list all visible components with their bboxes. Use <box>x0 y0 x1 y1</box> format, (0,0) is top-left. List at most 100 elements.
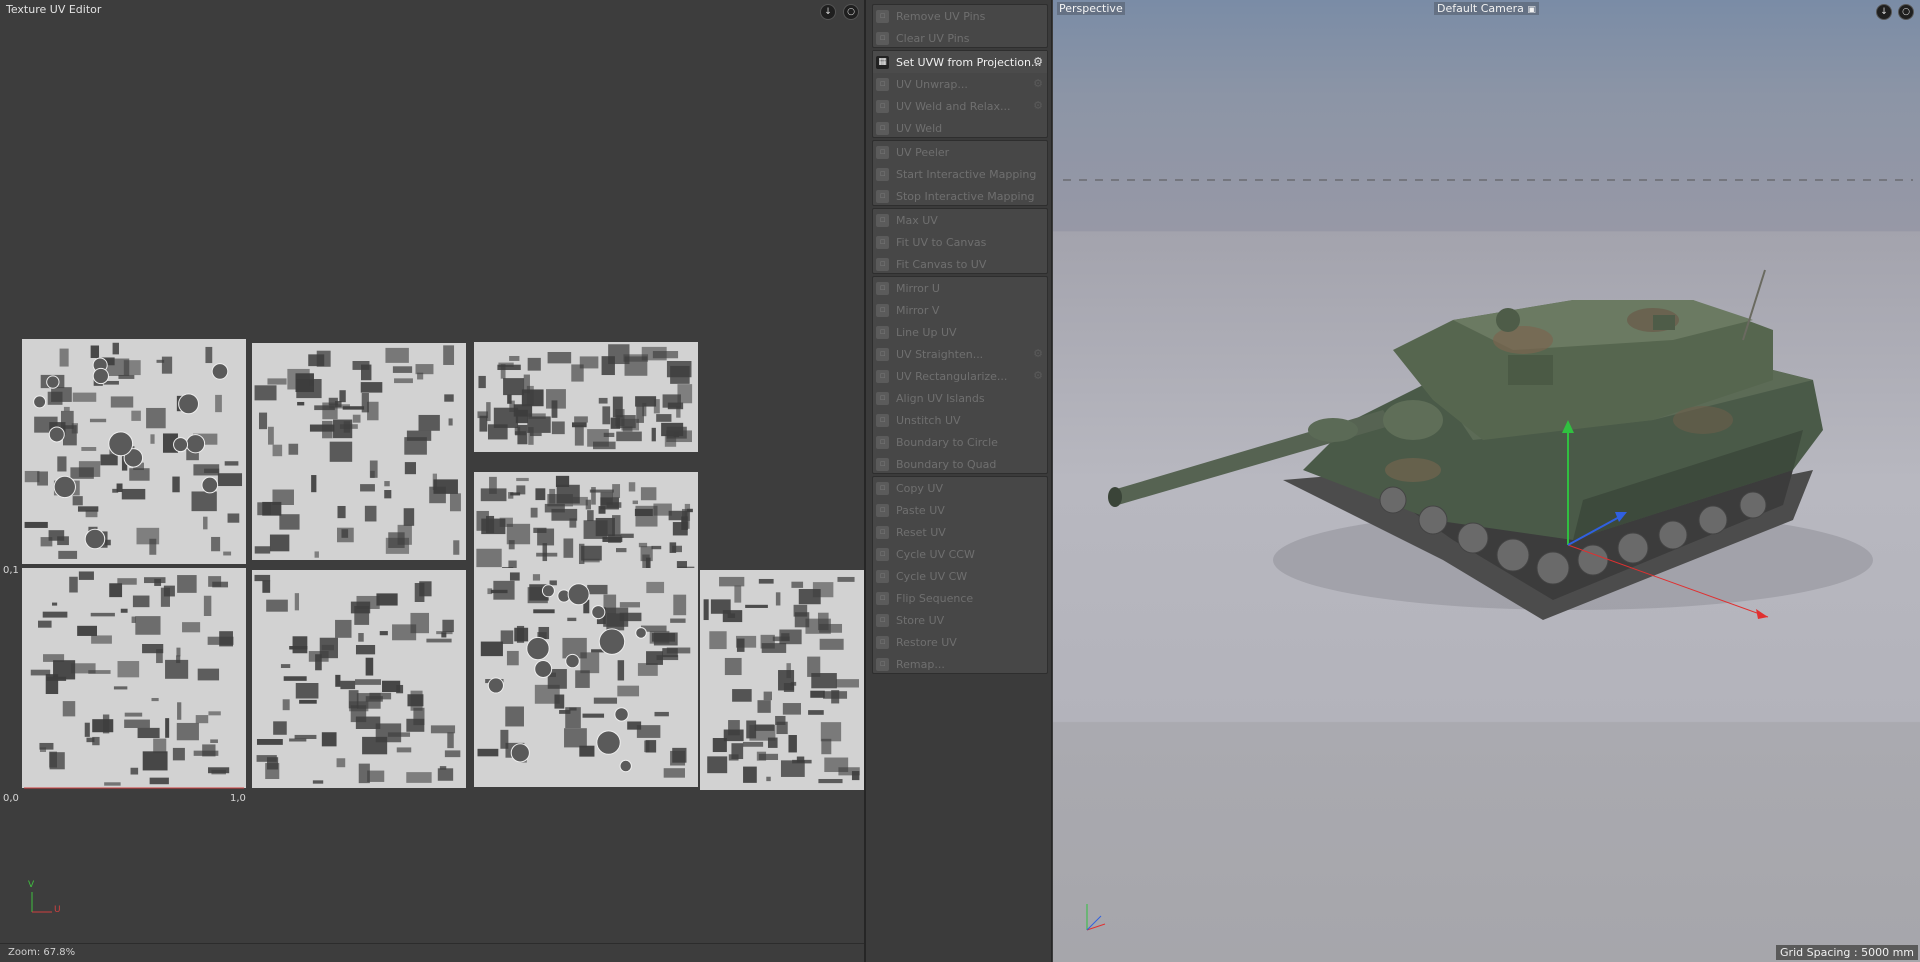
u-max-label: 1,0 <box>230 793 246 804</box>
command-checker[interactable]: ▦ Set UVW from Projection... ⚙ <box>873 51 1047 73</box>
command-reset[interactable]: ▫ Reset UV <box>873 521 1047 543</box>
camera-selector[interactable]: Default Camera ▣ <box>1434 2 1539 15</box>
gear-icon[interactable]: ⚙ <box>1032 78 1044 90</box>
cycle-ccw-icon: ▫ <box>876 547 889 561</box>
command-align[interactable]: ▫ Align UV Islands <box>873 387 1047 409</box>
command-label: Flip Sequence <box>896 591 974 605</box>
fit-uv-icon: ▫ <box>876 235 889 249</box>
command-label: UV Weld and Relax... <box>896 99 1011 113</box>
gear-icon[interactable]: ⚙ <box>1032 56 1044 68</box>
command-label: Boundary to Quad <box>896 457 997 471</box>
command-label: Clear UV Pins <box>896 31 970 45</box>
command-interactive-stop[interactable]: ▫ Stop Interactive Mapping <box>873 185 1047 207</box>
command-group: ▫ UV Peeler ▫ Start Interactive Mapping ▫ Sto… <box>872 140 1048 206</box>
pin-icon[interactable]: ↓ <box>1876 4 1892 20</box>
copy-icon: ▫ <box>876 481 889 495</box>
viewport-name[interactable]: Perspective <box>1057 2 1125 15</box>
origin-label: 0,0 <box>3 793 19 804</box>
u-axis-label: U <box>54 905 61 915</box>
command-rectangularize[interactable]: ▫ UV Rectangularize... ⚙ <box>873 365 1047 387</box>
max-uv-icon: ▫ <box>876 213 889 227</box>
align-icon: ▫ <box>876 391 889 405</box>
fit-canvas-icon: ▫ <box>876 257 889 271</box>
remap-icon: ▫ <box>876 657 889 671</box>
command-label: Fit Canvas to UV <box>896 257 987 271</box>
command-label: Remove UV Pins <box>896 9 986 23</box>
command-label: Boundary to Circle <box>896 435 998 449</box>
mirror-u-icon: ▫ <box>876 281 889 295</box>
restore-icon: ▫ <box>876 635 889 649</box>
command-fit-canvas[interactable]: ▫ Fit Canvas to UV <box>873 253 1047 275</box>
command-cycle-ccw[interactable]: ▫ Cycle UV CCW <box>873 543 1047 565</box>
pin-icon[interactable]: ↓ <box>820 4 836 20</box>
mirror-v-icon: ▫ <box>876 303 889 317</box>
command-quad[interactable]: ▫ Boundary to Quad <box>873 453 1047 475</box>
pin-icon: ▫ <box>876 9 889 23</box>
command-peeler[interactable]: ▫ UV Peeler <box>873 141 1047 163</box>
weld-icon: ▫ <box>876 121 889 135</box>
store-icon: ▫ <box>876 613 889 627</box>
gear-icon[interactable]: ⚙ <box>1032 100 1044 112</box>
paste-icon: ▫ <box>876 503 889 517</box>
command-label: Stop Interactive Mapping <box>896 189 1035 203</box>
command-mirror-u[interactable]: ▫ Mirror U <box>873 277 1047 299</box>
command-flip[interactable]: ▫ Flip Sequence <box>873 587 1047 609</box>
flip-icon: ▫ <box>876 591 889 605</box>
unstitch-icon: ▫ <box>876 413 889 427</box>
command-label: Cycle UV CW <box>896 569 968 583</box>
command-line-up[interactable]: ▫ Line Up UV <box>873 321 1047 343</box>
command-label: Paste UV <box>896 503 945 517</box>
command-weld-relax[interactable]: ▫ UV Weld and Relax... ⚙ <box>873 95 1047 117</box>
command-store[interactable]: ▫ Store UV <box>873 609 1047 631</box>
quad-icon: ▫ <box>876 457 889 471</box>
3d-viewport[interactable]: Perspective Default Camera ▣ ↓ ○ Grid Sp… <box>1053 0 1920 962</box>
command-label: UV Peeler <box>896 145 950 159</box>
command-label: Copy UV <box>896 481 943 495</box>
command-label: Line Up UV <box>896 325 957 339</box>
command-weld[interactable]: ▫ UV Weld <box>873 117 1047 139</box>
command-pin[interactable]: ▫ Remove UV Pins <box>873 5 1047 27</box>
viewport-scene <box>1063 179 1913 931</box>
command-group: ▫ Remove UV Pins ▫ Clear UV Pins <box>872 4 1048 48</box>
command-straighten[interactable]: ▫ UV Straighten... ⚙ <box>873 343 1047 365</box>
command-interactive-start[interactable]: ▫ Start Interactive Mapping <box>873 163 1047 185</box>
reset-icon: ▫ <box>876 525 889 539</box>
command-circle[interactable]: ▫ Boundary to Circle <box>873 431 1047 453</box>
orbit-icon[interactable]: ○ <box>1898 4 1914 20</box>
zoom-readout: Zoom: 67.8% <box>8 947 76 958</box>
command-label: UV Weld <box>896 121 943 135</box>
command-restore[interactable]: ▫ Restore UV <box>873 631 1047 653</box>
camera-icon: ▣ <box>1527 5 1536 15</box>
command-max-uv[interactable]: ▫ Max UV <box>873 209 1047 231</box>
gear-icon[interactable]: ⚙ <box>1032 370 1044 382</box>
command-fit-uv[interactable]: ▫ Fit UV to Canvas <box>873 231 1047 253</box>
command-cycle-cw[interactable]: ▫ Cycle UV CW <box>873 565 1047 587</box>
command-unwrap[interactable]: ▫ UV Unwrap... ⚙ <box>873 73 1047 95</box>
pin-clear-icon: ▫ <box>876 31 889 45</box>
cycle-cw-icon: ▫ <box>876 569 889 583</box>
grid-spacing-readout: Grid Spacing : 5000 mm <box>1776 945 1918 960</box>
command-label: Align UV Islands <box>896 391 985 405</box>
command-label: Store UV <box>896 613 945 627</box>
world-axis-icon <box>1086 904 1106 931</box>
gear-icon[interactable]: ⚙ <box>1032 348 1044 360</box>
command-label: Max UV <box>896 213 938 227</box>
unwrap-icon: ▫ <box>876 77 889 91</box>
uv-islands <box>22 339 864 790</box>
command-unstitch[interactable]: ▫ Unstitch UV <box>873 409 1047 431</box>
command-paste[interactable]: ▫ Paste UV <box>873 499 1047 521</box>
orbit-icon[interactable]: ○ <box>843 4 859 20</box>
command-label: Mirror V <box>896 303 940 317</box>
command-remap[interactable]: ▫ Remap... <box>873 653 1047 675</box>
command-group: ▫ Mirror U ▫ Mirror V ▫ Line Up UV ▫ UV Straigh… <box>872 276 1048 474</box>
uv-axis-gizmo <box>31 892 52 913</box>
uv-canvas[interactable] <box>0 22 864 942</box>
command-pin-clear[interactable]: ▫ Clear UV Pins <box>873 27 1047 49</box>
uv-editor-panel: Texture UV Editor ↓ ○ 0,1 0,0 1,0 V U Zo… <box>0 0 866 962</box>
uv-editor-title: Texture UV Editor <box>6 3 102 16</box>
tank-model[interactable] <box>1108 269 1873 620</box>
interactive-stop-icon: ▫ <box>876 189 889 203</box>
command-copy[interactable]: ▫ Copy UV <box>873 477 1047 499</box>
command-mirror-v[interactable]: ▫ Mirror V <box>873 299 1047 321</box>
rectangularize-icon: ▫ <box>876 369 889 383</box>
